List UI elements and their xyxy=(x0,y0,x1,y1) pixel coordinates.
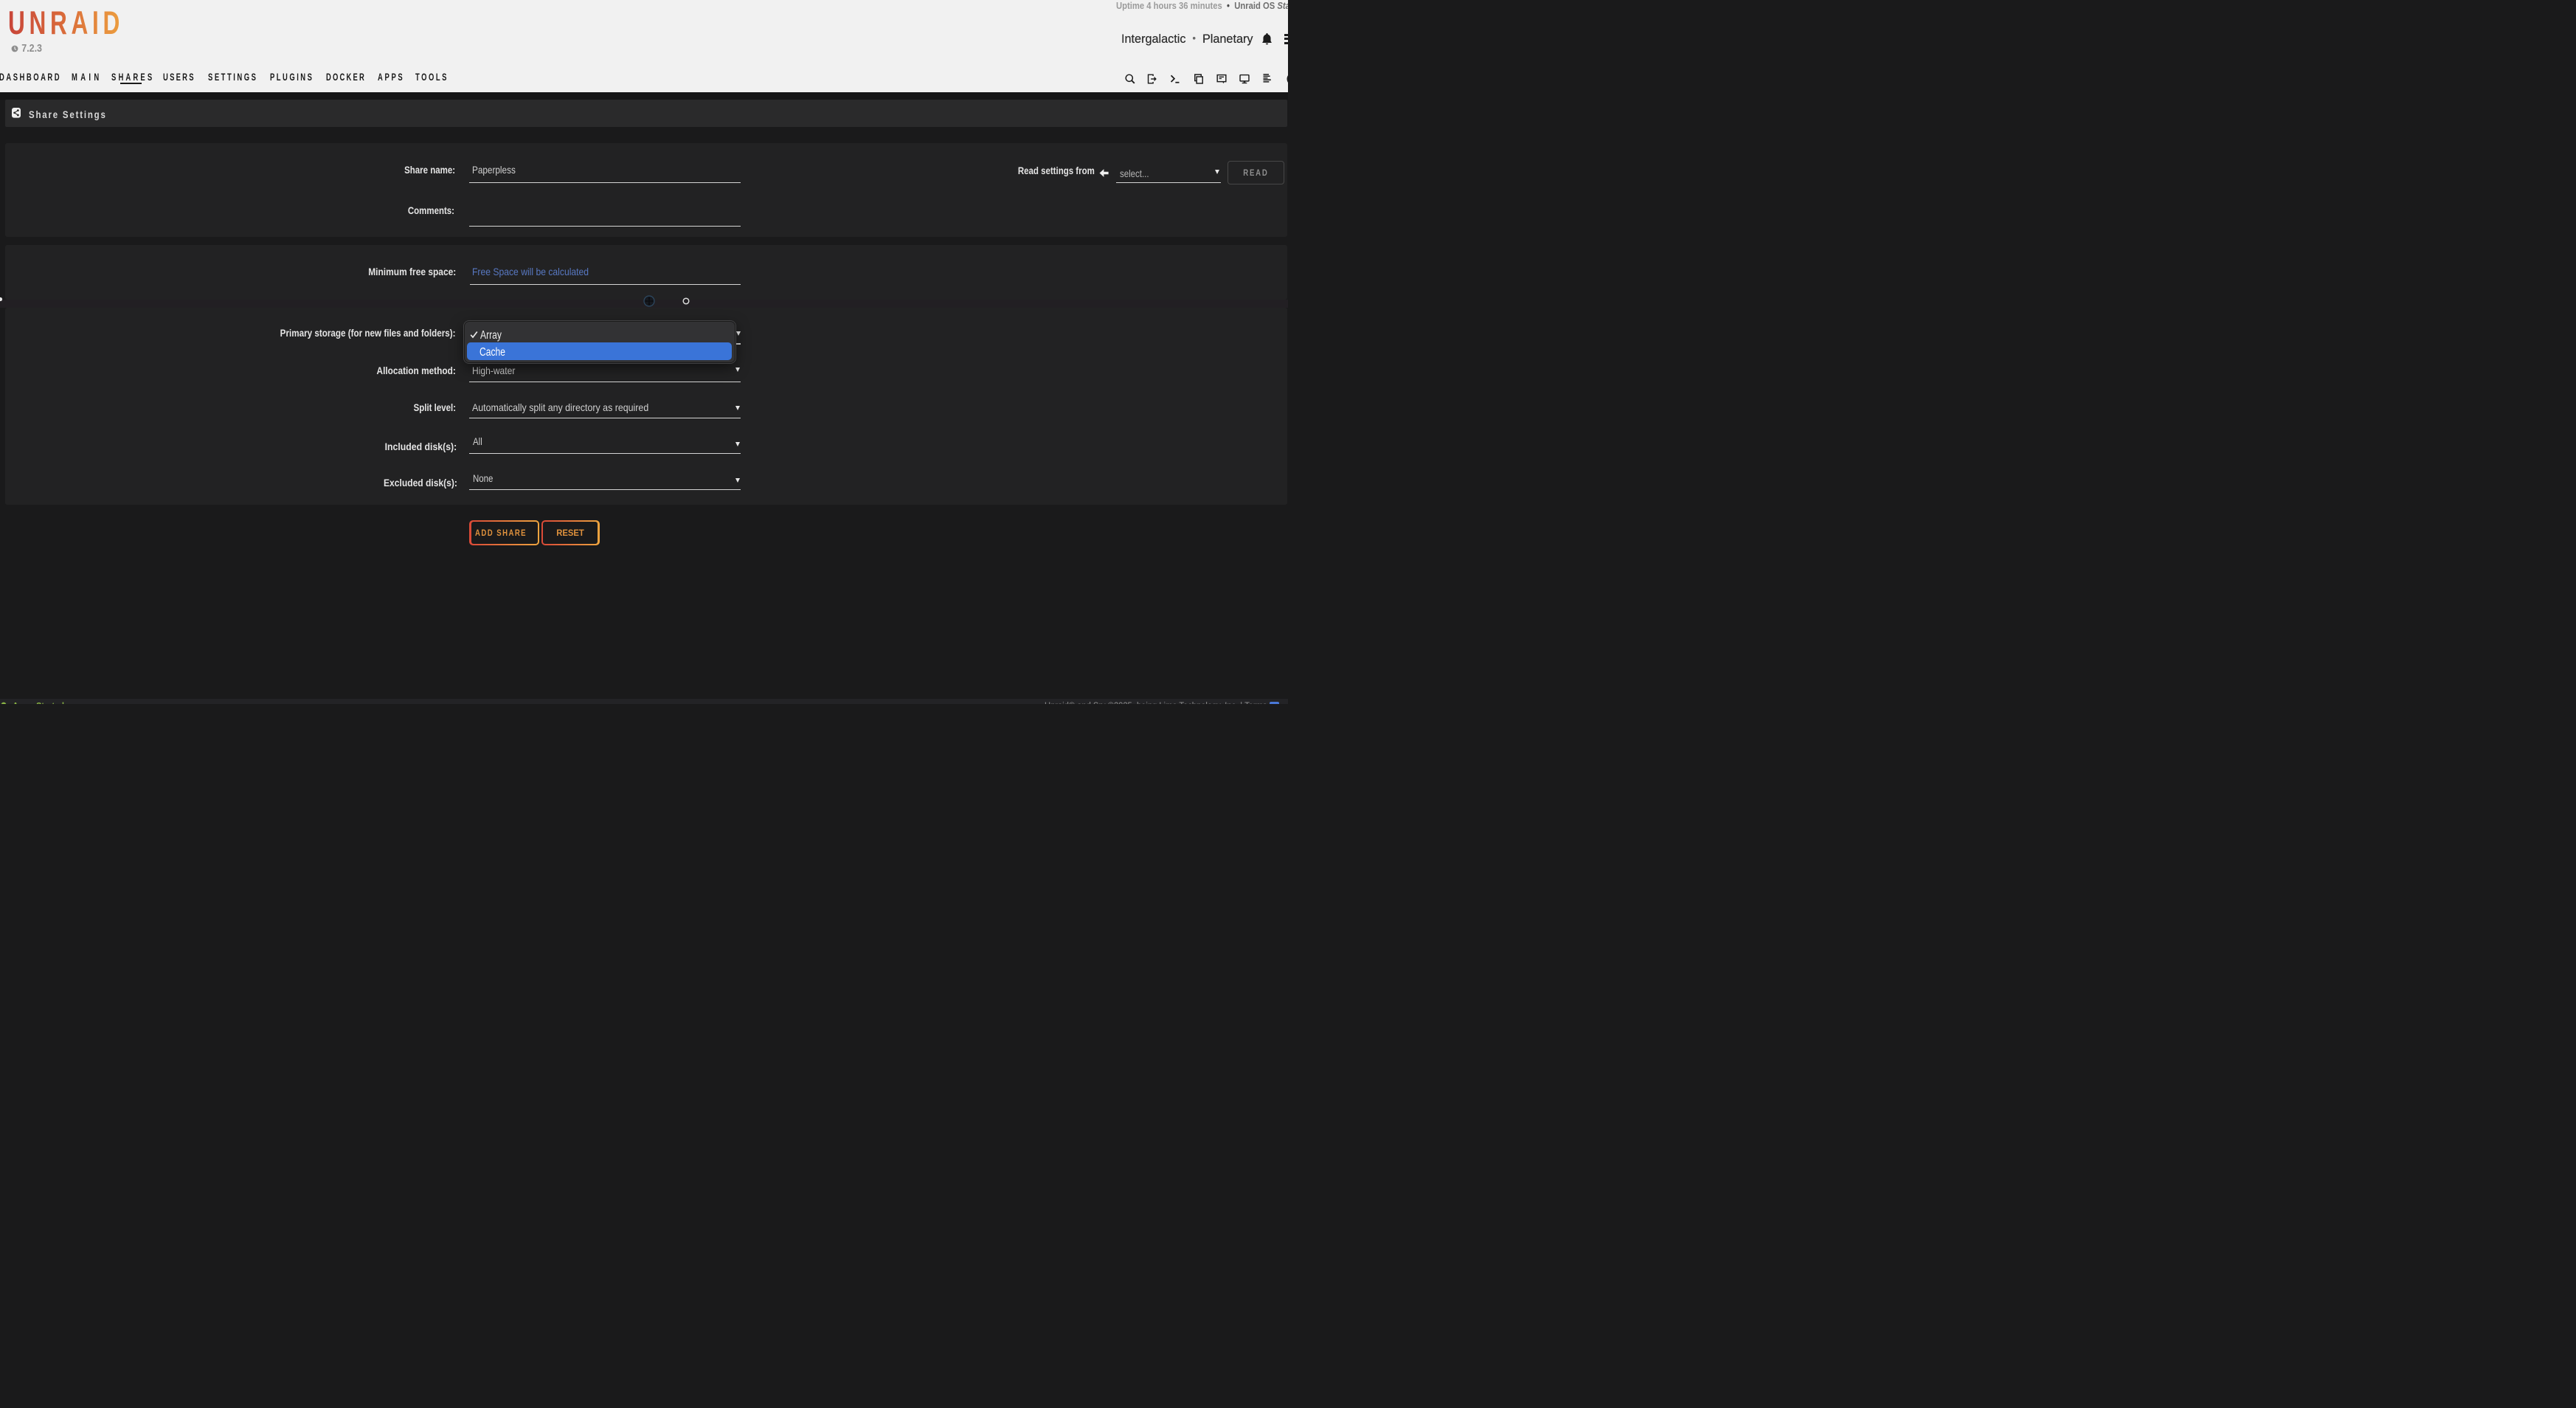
svg-text:UNRAID: UNRAID xyxy=(8,8,124,38)
